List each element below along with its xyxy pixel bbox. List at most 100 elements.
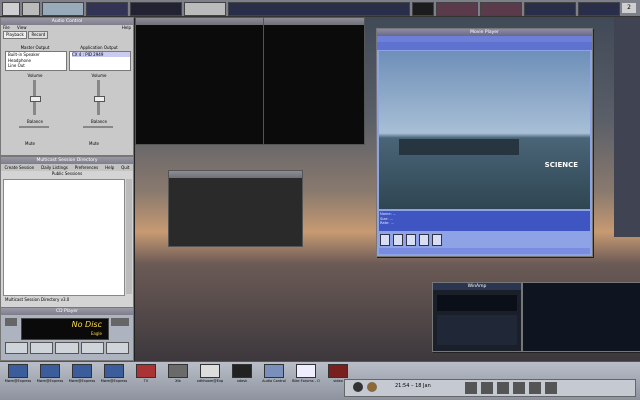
media-player-title[interactable]: WinAmp bbox=[433, 283, 521, 290]
task-bike-forums[interactable]: Bike Forums - O bbox=[292, 364, 320, 386]
cd-player-title[interactable]: CD Player bbox=[1, 308, 133, 315]
cd-sub: Eagle bbox=[90, 331, 102, 336]
multicast-title[interactable]: Multicast Session Directory bbox=[1, 157, 133, 164]
gauge-icon[interactable] bbox=[22, 2, 40, 16]
cd-repeat-icon[interactable] bbox=[105, 342, 130, 354]
app-entry[interactable]: CX 4 : PID 2949 bbox=[72, 52, 130, 57]
cd-status: No Disc bbox=[71, 320, 102, 329]
menu-create[interactable]: Create Session bbox=[4, 164, 34, 171]
video-frame[interactable]: SCIENCE bbox=[379, 51, 590, 209]
video-window: Movie Player SCIENCE Name: ... Size: ...… bbox=[376, 28, 593, 257]
tab-record[interactable]: Record bbox=[28, 31, 49, 39]
app-icon-4[interactable] bbox=[513, 382, 525, 394]
speaker-icon[interactable] bbox=[432, 234, 442, 246]
task-audio-control[interactable]: Audio Control bbox=[260, 364, 288, 386]
app-volume-thumb[interactable] bbox=[94, 96, 105, 102]
info-line-3: Rate: ... bbox=[380, 221, 395, 225]
task-mwm-1[interactable]: Mwm@Express bbox=[4, 364, 32, 386]
app-icon-2[interactable] bbox=[481, 382, 493, 394]
terminal-1 bbox=[135, 17, 265, 145]
camera-icon[interactable] bbox=[406, 234, 416, 246]
task-mwm-3[interactable]: Mwm@Express bbox=[68, 364, 96, 386]
video-seek-bar[interactable] bbox=[379, 248, 590, 254]
badge[interactable]: 2 bbox=[622, 3, 636, 13]
mini-meter bbox=[412, 2, 434, 16]
menu-prefs[interactable]: Preferences bbox=[75, 164, 99, 171]
cd-pause-icon[interactable] bbox=[55, 342, 79, 354]
cpu-graph bbox=[130, 2, 182, 16]
audio-control-title[interactable]: Audio Control bbox=[1, 18, 133, 25]
dock-icons bbox=[465, 382, 605, 394]
graph-blue-2 bbox=[578, 2, 620, 16]
monitor-icon bbox=[42, 2, 84, 16]
task-xdhhoom[interactable]: xdhhoom@Exp bbox=[196, 364, 224, 386]
tab-bar: Playback Record bbox=[1, 31, 133, 39]
cd-prev-icon[interactable] bbox=[5, 342, 29, 354]
video-menu-strip bbox=[377, 42, 592, 50]
menu-help[interactable]: Help bbox=[122, 25, 131, 31]
app-icon-5[interactable] bbox=[529, 382, 541, 394]
speaker-icon bbox=[264, 364, 284, 378]
session-scrollbar[interactable] bbox=[126, 179, 132, 294]
task-tv[interactable]: TV bbox=[132, 364, 160, 386]
dock-bar: 21:54 – 18 Jan bbox=[344, 379, 636, 397]
master-volume-thumb[interactable] bbox=[30, 96, 41, 102]
session-list[interactable] bbox=[3, 179, 125, 296]
task-xtk[interactable]: Xtk bbox=[164, 364, 192, 386]
terminal-1-title[interactable] bbox=[136, 18, 264, 25]
app-mute[interactable]: Mute bbox=[89, 141, 99, 146]
app-icon-3[interactable] bbox=[497, 382, 509, 394]
playlist-window bbox=[522, 282, 640, 352]
cd-play-icon[interactable] bbox=[30, 342, 54, 354]
record-icon[interactable] bbox=[419, 234, 429, 246]
task-mwm-4[interactable]: Mwm@Express bbox=[100, 364, 128, 386]
terminal-2-text[interactable] bbox=[264, 25, 364, 31]
menu-file[interactable]: File bbox=[3, 25, 10, 30]
cd-eject-icon[interactable] bbox=[111, 318, 129, 326]
terminal-3-text[interactable] bbox=[169, 178, 302, 184]
menu-help[interactable]: Help bbox=[105, 164, 114, 171]
graph-red bbox=[436, 2, 478, 16]
app-icon-1[interactable] bbox=[465, 382, 477, 394]
menu-quit[interactable]: Quit bbox=[121, 164, 129, 171]
zoom-in-icon[interactable] bbox=[380, 234, 390, 246]
cd-next-icon[interactable] bbox=[80, 342, 104, 354]
video-icon bbox=[328, 364, 348, 378]
menu-view[interactable]: View bbox=[17, 25, 27, 30]
multicast-window: Multicast Session Directory Create Sessi… bbox=[0, 156, 134, 308]
task-xdesk[interactable]: xdesk bbox=[228, 364, 256, 386]
terminal-3-title[interactable] bbox=[169, 171, 302, 178]
disk-icon[interactable] bbox=[367, 382, 377, 392]
app-icon-6[interactable] bbox=[545, 382, 557, 394]
clock: 21:54 – 18 Jan bbox=[395, 383, 431, 389]
volume-label: Volume bbox=[27, 73, 43, 78]
app-balance-slider[interactable] bbox=[83, 126, 113, 128]
playlist-items[interactable] bbox=[525, 285, 639, 349]
tab-playback[interactable]: Playback bbox=[3, 31, 27, 39]
video-title[interactable]: Movie Player bbox=[377, 29, 592, 36]
eye-icon[interactable] bbox=[353, 382, 363, 392]
master-output-label: Master Output bbox=[20, 45, 50, 50]
audio-control-window: Audio Control File View Help Playback Re… bbox=[0, 17, 134, 156]
terminal-2-title[interactable] bbox=[264, 18, 364, 25]
tool-icon bbox=[168, 364, 188, 378]
media-player: WinAmp bbox=[432, 282, 522, 352]
zoom-out-icon[interactable] bbox=[393, 234, 403, 246]
graph-red-2 bbox=[480, 2, 522, 16]
science-logo: SCIENCE bbox=[544, 161, 578, 169]
public-sessions-label: Public Sessions bbox=[51, 171, 83, 176]
cd-display: No Disc Eagle bbox=[21, 318, 109, 340]
top-strip: 2 bbox=[0, 0, 640, 17]
terminal-1-text[interactable] bbox=[136, 25, 264, 31]
cd-stop-icon[interactable] bbox=[5, 318, 17, 326]
output-lineout[interactable]: Line Out bbox=[8, 63, 66, 69]
menu-daily[interactable]: Daily Listings bbox=[41, 164, 68, 171]
task-mwm-2[interactable]: Mwm@Express bbox=[36, 364, 64, 386]
master-balance-slider[interactable] bbox=[19, 126, 49, 128]
clock-icon[interactable] bbox=[2, 2, 20, 16]
monitor-icon bbox=[232, 364, 252, 378]
equalizer[interactable] bbox=[437, 315, 517, 345]
player-display bbox=[437, 295, 517, 311]
master-mute[interactable]: Mute bbox=[25, 141, 35, 146]
terminal-icon bbox=[72, 364, 92, 378]
